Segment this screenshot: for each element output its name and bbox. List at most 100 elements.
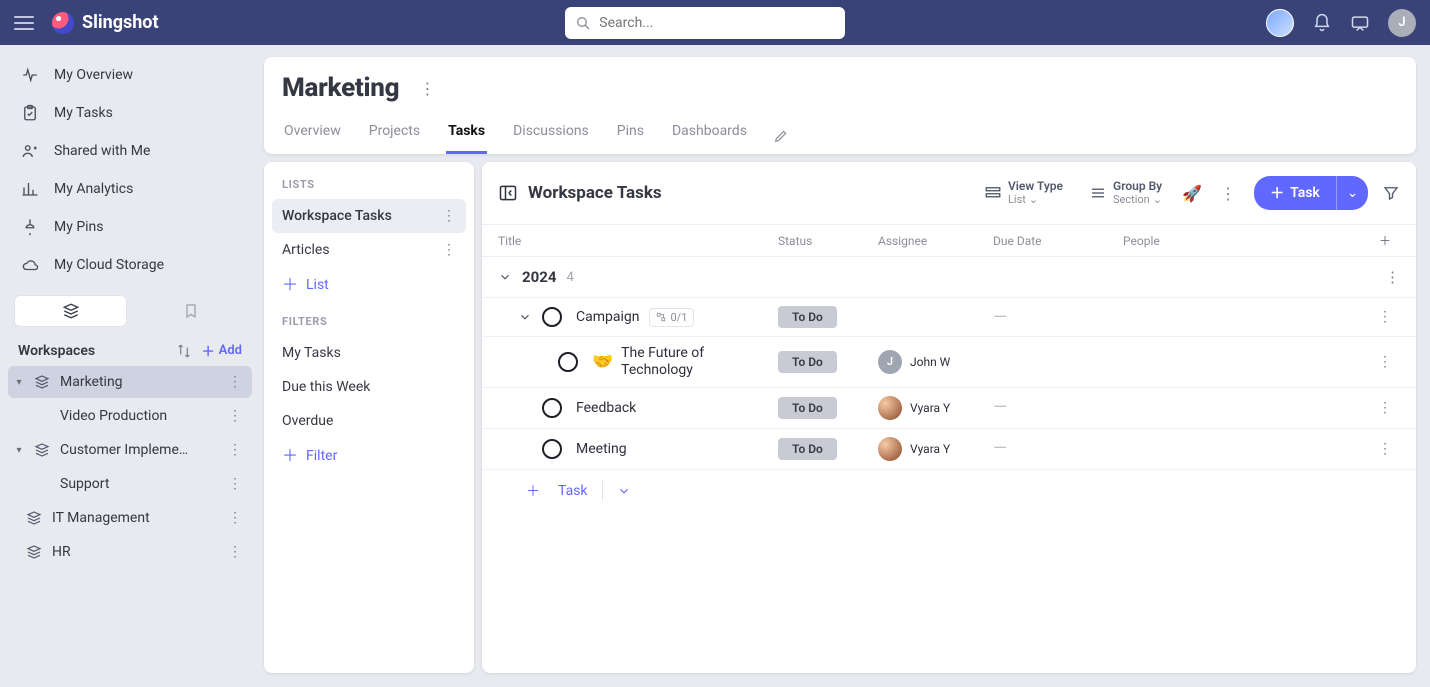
swap-icon[interactable] [176, 343, 192, 359]
add-filter-button[interactable]: ＋ Filter [272, 438, 466, 474]
nav-my-overview[interactable]: My Overview [8, 57, 252, 93]
chevron-down-icon[interactable] [498, 270, 512, 284]
panel-icon [498, 183, 518, 203]
chat-icon[interactable] [1350, 13, 1370, 33]
add-workspace-link[interactable]: ＋ Add [202, 341, 242, 360]
workspace-support[interactable]: Support ⋮ [8, 468, 252, 500]
stack-icon [34, 442, 50, 458]
new-task-button[interactable]: ＋ Task [1254, 176, 1336, 210]
task-row[interactable]: Campaign 0/1 To Do — ⋮ [482, 298, 1416, 337]
stack-toggle[interactable] [14, 295, 127, 327]
chevron-down-icon[interactable] [518, 310, 532, 324]
assignee-cell[interactable]: Vyara Y [878, 437, 993, 461]
complete-toggle[interactable] [558, 352, 578, 372]
col-title[interactable]: Title [498, 234, 778, 248]
nav-pins[interactable]: My Pins [8, 209, 252, 245]
more-icon[interactable]: ⋮ [1370, 309, 1400, 325]
add-list-button[interactable]: ＋ List [272, 267, 466, 303]
topbar-right: J [1266, 9, 1416, 37]
user-avatar[interactable]: J [1388, 9, 1416, 37]
profile-avatar-icon[interactable] [1266, 9, 1294, 37]
subtask-badge: 0/1 [649, 308, 694, 327]
caret-down-icon[interactable]: ▾ [14, 445, 24, 456]
filter-funnel-icon[interactable] [1382, 184, 1400, 202]
add-column-icon[interactable]: ＋ [1370, 232, 1400, 249]
avatar-icon [878, 437, 902, 461]
col-assignee[interactable]: Assignee [878, 234, 993, 248]
workspace-hr[interactable]: HR ⋮ [8, 536, 252, 568]
menu-icon[interactable] [14, 16, 34, 30]
status-badge[interactable]: To Do [778, 397, 837, 419]
task-row[interactable]: Feedback To Do Vyara Y — ⋮ [482, 388, 1416, 429]
task-row[interactable]: Meeting To Do Vyara Y — ⋮ [482, 429, 1416, 470]
complete-toggle[interactable] [542, 307, 562, 327]
tab-discussions[interactable]: Discussions [511, 117, 591, 154]
workspace-customer-implementation[interactable]: ▾ Customer Implementa... ⋮ [8, 434, 252, 466]
bookmark-toggle[interactable] [135, 295, 246, 327]
more-icon[interactable]: ⋮ [228, 408, 242, 424]
filter-due-this-week[interactable]: Due this Week [272, 370, 466, 404]
group-row[interactable]: 2024 4 ⋮ [482, 257, 1416, 298]
more-icon[interactable]: ⋮ [1370, 354, 1400, 370]
page-more-icon[interactable]: ⋮ [415, 75, 439, 102]
col-people[interactable]: People [1123, 234, 1370, 248]
tab-dashboards[interactable]: Dashboards [670, 117, 749, 154]
tab-pins[interactable]: Pins [615, 117, 646, 154]
workspace-marketing[interactable]: ▾ Marketing ⋮ [8, 366, 252, 398]
content-row: LISTS Workspace Tasks ⋮ Articles ⋮ ＋ Lis… [264, 162, 1416, 673]
task-row[interactable]: 🤝 The Future of Technology To Do J John … [482, 337, 1416, 388]
filter-overdue[interactable]: Overdue [272, 404, 466, 438]
due-cell[interactable]: — [993, 307, 1123, 328]
nav-label: Shared with Me [54, 143, 150, 159]
list-articles[interactable]: Articles ⋮ [272, 233, 466, 267]
col-status[interactable]: Status [778, 234, 878, 248]
more-icon[interactable]: ⋮ [1370, 400, 1400, 416]
nav-cloud[interactable]: My Cloud Storage [8, 247, 252, 283]
more-icon[interactable]: ⋮ [442, 242, 456, 258]
complete-toggle[interactable] [542, 439, 562, 459]
more-icon[interactable]: ⋮ [442, 208, 456, 224]
more-icon[interactable]: ⋮ [228, 544, 242, 560]
assignee-cell[interactable]: J John W [878, 350, 993, 374]
group-by-selector[interactable]: Group By Section⌄ [1083, 178, 1168, 208]
view-type-selector[interactable]: View Type List⌄ [978, 178, 1069, 208]
more-icon[interactable]: ⋮ [1370, 441, 1400, 457]
tab-row: Overview Projects Tasks Discussions Pins… [282, 117, 1398, 154]
filter-my-tasks[interactable]: My Tasks [272, 336, 466, 370]
nav-analytics[interactable]: My Analytics [8, 171, 252, 207]
assignee-cell[interactable]: Vyara Y [878, 396, 993, 420]
add-task-button[interactable]: ＋ [522, 480, 544, 502]
caret-down-icon[interactable]: ▾ [14, 377, 24, 388]
chevron-down-icon[interactable] [617, 484, 631, 498]
more-icon[interactable]: ⋮ [1385, 268, 1400, 286]
more-icon[interactable]: ⋮ [228, 476, 242, 492]
more-icon[interactable]: ⋮ [228, 374, 242, 390]
edit-tabs-icon[interactable] [773, 128, 789, 144]
tab-overview[interactable]: Overview [282, 117, 343, 154]
search-input[interactable] [599, 15, 835, 31]
workspace-video-production[interactable]: Video Production ⋮ [8, 400, 252, 432]
add-task-label[interactable]: Task [558, 483, 588, 499]
rocket-icon[interactable]: 🚀 [1182, 184, 1202, 203]
global-search[interactable] [565, 7, 845, 39]
more-icon[interactable]: ⋮ [228, 442, 242, 458]
due-cell[interactable]: — [993, 397, 1123, 418]
status-badge[interactable]: To Do [778, 438, 837, 460]
task-name: The Future of Technology [621, 345, 771, 379]
list-workspace-tasks[interactable]: Workspace Tasks ⋮ [272, 199, 466, 233]
nav-shared[interactable]: Shared with Me [8, 133, 252, 169]
more-icon[interactable]: ⋮ [228, 510, 242, 526]
status-badge[interactable]: To Do [778, 351, 837, 373]
tab-tasks[interactable]: Tasks [446, 117, 487, 154]
complete-toggle[interactable] [542, 398, 562, 418]
status-badge[interactable]: To Do [778, 306, 837, 328]
brand[interactable]: Slingshot [52, 12, 159, 34]
tasks-more-icon[interactable]: ⋮ [1216, 180, 1240, 207]
new-task-dropdown[interactable]: ⌄ [1336, 176, 1368, 210]
col-due[interactable]: Due Date [993, 234, 1123, 248]
nav-my-tasks[interactable]: My Tasks [8, 95, 252, 131]
tab-projects[interactable]: Projects [367, 117, 422, 154]
bell-icon[interactable] [1312, 13, 1332, 33]
due-cell[interactable]: — [993, 438, 1123, 459]
workspace-it-management[interactable]: IT Management ⋮ [8, 502, 252, 534]
